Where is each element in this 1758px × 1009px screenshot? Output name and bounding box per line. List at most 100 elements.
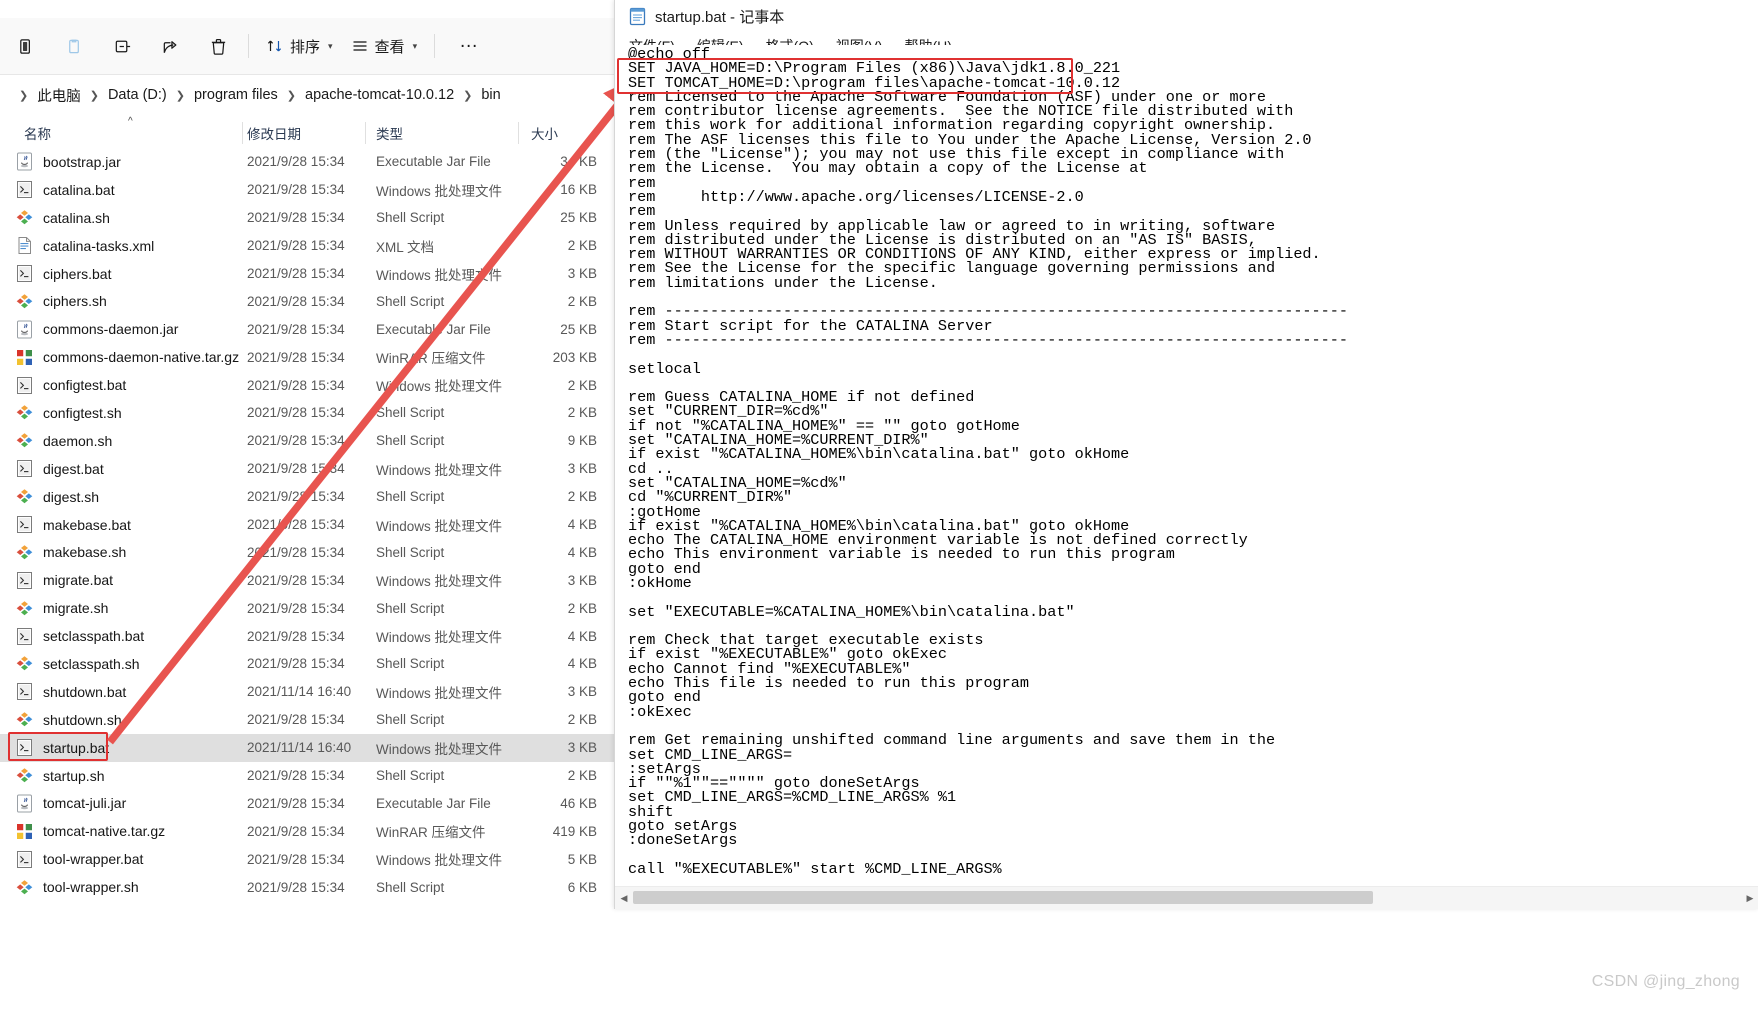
explorer-toolbar: 排序 ▾ 查看 ▾ … bbox=[0, 18, 614, 74]
file-type-cell: Shell Script bbox=[376, 600, 445, 616]
table-row[interactable]: tool-wrapper.sh 2021/9/28 15:34 Shell Scri… bbox=[0, 873, 614, 901]
table-row[interactable]: startup.sh 2021/9/28 15:34 Shell Script 2 K… bbox=[0, 762, 614, 790]
file-type-cell: Shell Script bbox=[376, 544, 445, 560]
table-row[interactable]: digest.bat 2021/9/28 15:34 Windows 批处理文件 3 … bbox=[0, 455, 614, 483]
rename-icon[interactable] bbox=[100, 26, 144, 66]
cut-icon[interactable] bbox=[4, 26, 48, 66]
file-size-cell: 2 KB bbox=[567, 768, 597, 784]
file-date-cell: 2021/9/28 15:34 bbox=[247, 656, 345, 672]
file-date-cell: 2021/9/28 15:34 bbox=[247, 572, 345, 588]
table-row[interactable]: catalina-tasks.xml 2021/9/28 15:34 XML 文档 2… bbox=[0, 232, 614, 260]
column-header-name[interactable]: 名称 ^ bbox=[0, 115, 243, 151]
column-header-type[interactable]: 类型 bbox=[366, 115, 519, 151]
file-name-cell: tomcat-native.tar.gz bbox=[43, 823, 166, 840]
file-name-cell: catalina.sh bbox=[43, 209, 110, 226]
table-row[interactable]: commons-daemon-native.tar.gz 2021/9/28 15… bbox=[0, 343, 614, 371]
sh-file-icon bbox=[12, 878, 36, 897]
table-row[interactable]: startup.bat 2021/11/14 16:40 Windows 批处理文件… bbox=[0, 733, 614, 762]
column-header-date[interactable]: 修改日期 bbox=[243, 115, 366, 151]
view-button[interactable]: 查看 ▾ bbox=[342, 26, 427, 66]
table-row[interactable]: migrate.sh 2021/9/28 15:34 Shell Script 2 K… bbox=[0, 594, 614, 622]
table-row[interactable]: catalina.sh 2021/9/28 15:34 Shell Script 25… bbox=[0, 204, 614, 232]
breadcrumb-item-3[interactable]: apache-tomcat-10.0.12 bbox=[303, 87, 456, 103]
delete-icon[interactable] bbox=[196, 26, 240, 66]
file-date-cell: 2021/9/28 15:34 bbox=[247, 182, 345, 198]
file-type-cell: Shell Script bbox=[376, 210, 445, 226]
file-name-cell: makebase.sh bbox=[43, 544, 127, 561]
file-size-cell: 34 KB bbox=[560, 154, 597, 170]
notepad-title-bar[interactable]: startup.bat - 记事本 bbox=[615, 0, 1758, 33]
jar-file-icon bbox=[12, 320, 36, 339]
file-date-cell: 2021/9/28 15:34 bbox=[247, 433, 345, 449]
file-name-cell: configtest.sh bbox=[43, 404, 122, 421]
breadcrumb-item-4[interactable]: bin bbox=[479, 87, 502, 103]
file-type-cell: Executable Jar File bbox=[376, 321, 491, 337]
notepad-text-content: @echo off SET JAVA_HOME=D:\Program Files… bbox=[628, 45, 1349, 878]
bat-file-icon bbox=[12, 627, 36, 646]
file-date-cell: 2021/9/28 15:34 bbox=[247, 823, 345, 839]
file-size-cell: 9 KB bbox=[567, 433, 597, 449]
table-row[interactable]: ciphers.sh 2021/9/28 15:34 Shell Script 2 K… bbox=[0, 287, 614, 315]
table-row[interactable]: makebase.bat 2021/9/28 15:34 Windows 批处理文件… bbox=[0, 511, 614, 539]
table-row[interactable]: tomcat-juli.jar 2021/9/28 15:34 Executable… bbox=[0, 789, 614, 817]
file-type-cell: Shell Script bbox=[376, 656, 445, 672]
file-type-cell: Windows 批处理文件 bbox=[376, 685, 503, 701]
sort-button[interactable]: 排序 ▾ bbox=[257, 26, 342, 66]
file-name-cell: commons-daemon.jar bbox=[43, 321, 179, 338]
sh-file-icon bbox=[12, 292, 36, 311]
file-name-cell: migrate.sh bbox=[43, 600, 109, 617]
table-row[interactable]: configtest.bat 2021/9/28 15:34 Windows 批处理… bbox=[0, 371, 614, 399]
view-icon bbox=[353, 41, 367, 51]
file-size-cell: 16 KB bbox=[560, 182, 597, 198]
notepad-horizontal-scrollbar[interactable]: ◀ ▶ bbox=[615, 886, 1758, 909]
table-row[interactable]: shutdown.sh 2021/9/28 15:34 Shell Script 2 … bbox=[0, 706, 614, 734]
sh-file-icon bbox=[12, 208, 36, 227]
column-header-size-label: 大小 bbox=[531, 127, 558, 142]
breadcrumb-item-1[interactable]: Data (D:) bbox=[106, 87, 169, 103]
column-header-size[interactable]: 大小 bbox=[519, 115, 614, 151]
scrollbar-track[interactable] bbox=[633, 887, 1741, 909]
file-name-cell: setclasspath.bat bbox=[43, 628, 145, 645]
table-row[interactable]: daemon.sh 2021/9/28 15:34 Shell Script 9 KB bbox=[0, 427, 614, 455]
file-type-cell: Windows 批处理文件 bbox=[376, 462, 503, 478]
file-name-cell: makebase.bat bbox=[43, 516, 131, 533]
copy-icon[interactable] bbox=[52, 26, 96, 66]
share-icon[interactable] bbox=[148, 26, 192, 66]
table-row[interactable]: makebase.sh 2021/9/28 15:34 Shell Script 4 … bbox=[0, 538, 614, 566]
file-date-cell: 2021/9/28 15:34 bbox=[247, 154, 345, 170]
file-size-cell: 46 KB bbox=[560, 795, 597, 811]
table-row[interactable]: digest.sh 2021/9/28 15:34 Shell Script 2 KB bbox=[0, 483, 614, 511]
table-row[interactable]: setclasspath.bat 2021/9/28 15:34 Windows 批… bbox=[0, 622, 614, 650]
table-row[interactable]: tomcat-native.tar.gz 2021/9/28 15:34 WinRA… bbox=[0, 817, 614, 845]
file-date-cell: 2021/9/28 15:34 bbox=[247, 210, 345, 226]
more-options-button[interactable]: … bbox=[447, 26, 491, 66]
table-row[interactable]: shutdown.bat 2021/11/14 16:40 Windows 批处理文… bbox=[0, 678, 614, 706]
scroll-right-icon[interactable]: ▶ bbox=[1741, 888, 1758, 908]
breadcrumb-separator: ❯ bbox=[463, 89, 473, 102]
table-row[interactable]: configtest.sh 2021/9/28 15:34 Shell Script… bbox=[0, 399, 614, 427]
scroll-left-icon[interactable]: ◀ bbox=[615, 888, 633, 908]
file-size-cell: 2 KB bbox=[567, 489, 597, 505]
file-size-cell: 4 KB bbox=[567, 656, 597, 672]
file-name-cell: catalina.bat bbox=[43, 181, 115, 198]
breadcrumb-item-2[interactable]: program files bbox=[192, 87, 280, 103]
table-row[interactable]: bootstrap.jar 2021/9/28 15:34 Executable J… bbox=[0, 148, 614, 176]
address-bar[interactable]: ❯ 此电脑 ❯ Data (D:) ❯ program files ❯ apac… bbox=[0, 74, 614, 116]
scrollbar-thumb[interactable] bbox=[633, 891, 1373, 904]
sort-icon bbox=[267, 40, 282, 52]
sh-file-icon bbox=[12, 543, 36, 562]
file-name-cell: bootstrap.jar bbox=[43, 153, 121, 170]
file-name-cell: shutdown.sh bbox=[43, 711, 122, 728]
table-row[interactable]: setclasspath.sh 2021/9/28 15:34 Shell Scri… bbox=[0, 650, 614, 678]
file-size-cell: 6 KB bbox=[567, 879, 597, 895]
table-row[interactable]: catalina.bat 2021/9/28 15:34 Windows 批处理文件… bbox=[0, 176, 614, 204]
table-row[interactable]: tool-wrapper.bat 2021/9/28 15:34 Windows 批… bbox=[0, 845, 614, 873]
notepad-text-area[interactable]: @echo off SET JAVA_HOME=D:\Program Files… bbox=[615, 45, 1758, 887]
file-list[interactable]: bootstrap.jar 2021/9/28 15:34 Executable J… bbox=[0, 148, 614, 1009]
table-row[interactable]: commons-daemon.jar 2021/9/28 15:34 Executa… bbox=[0, 315, 614, 343]
notepad-icon bbox=[629, 7, 646, 26]
breadcrumb-item-0[interactable]: 此电脑 bbox=[35, 85, 83, 106]
table-row[interactable]: migrate.bat 2021/9/28 15:34 Windows 批处理文件 3… bbox=[0, 566, 614, 594]
file-name-cell: tool-wrapper.bat bbox=[43, 851, 144, 868]
table-row[interactable]: ciphers.bat 2021/9/28 15:34 Windows 批处理文件 3… bbox=[0, 260, 614, 288]
